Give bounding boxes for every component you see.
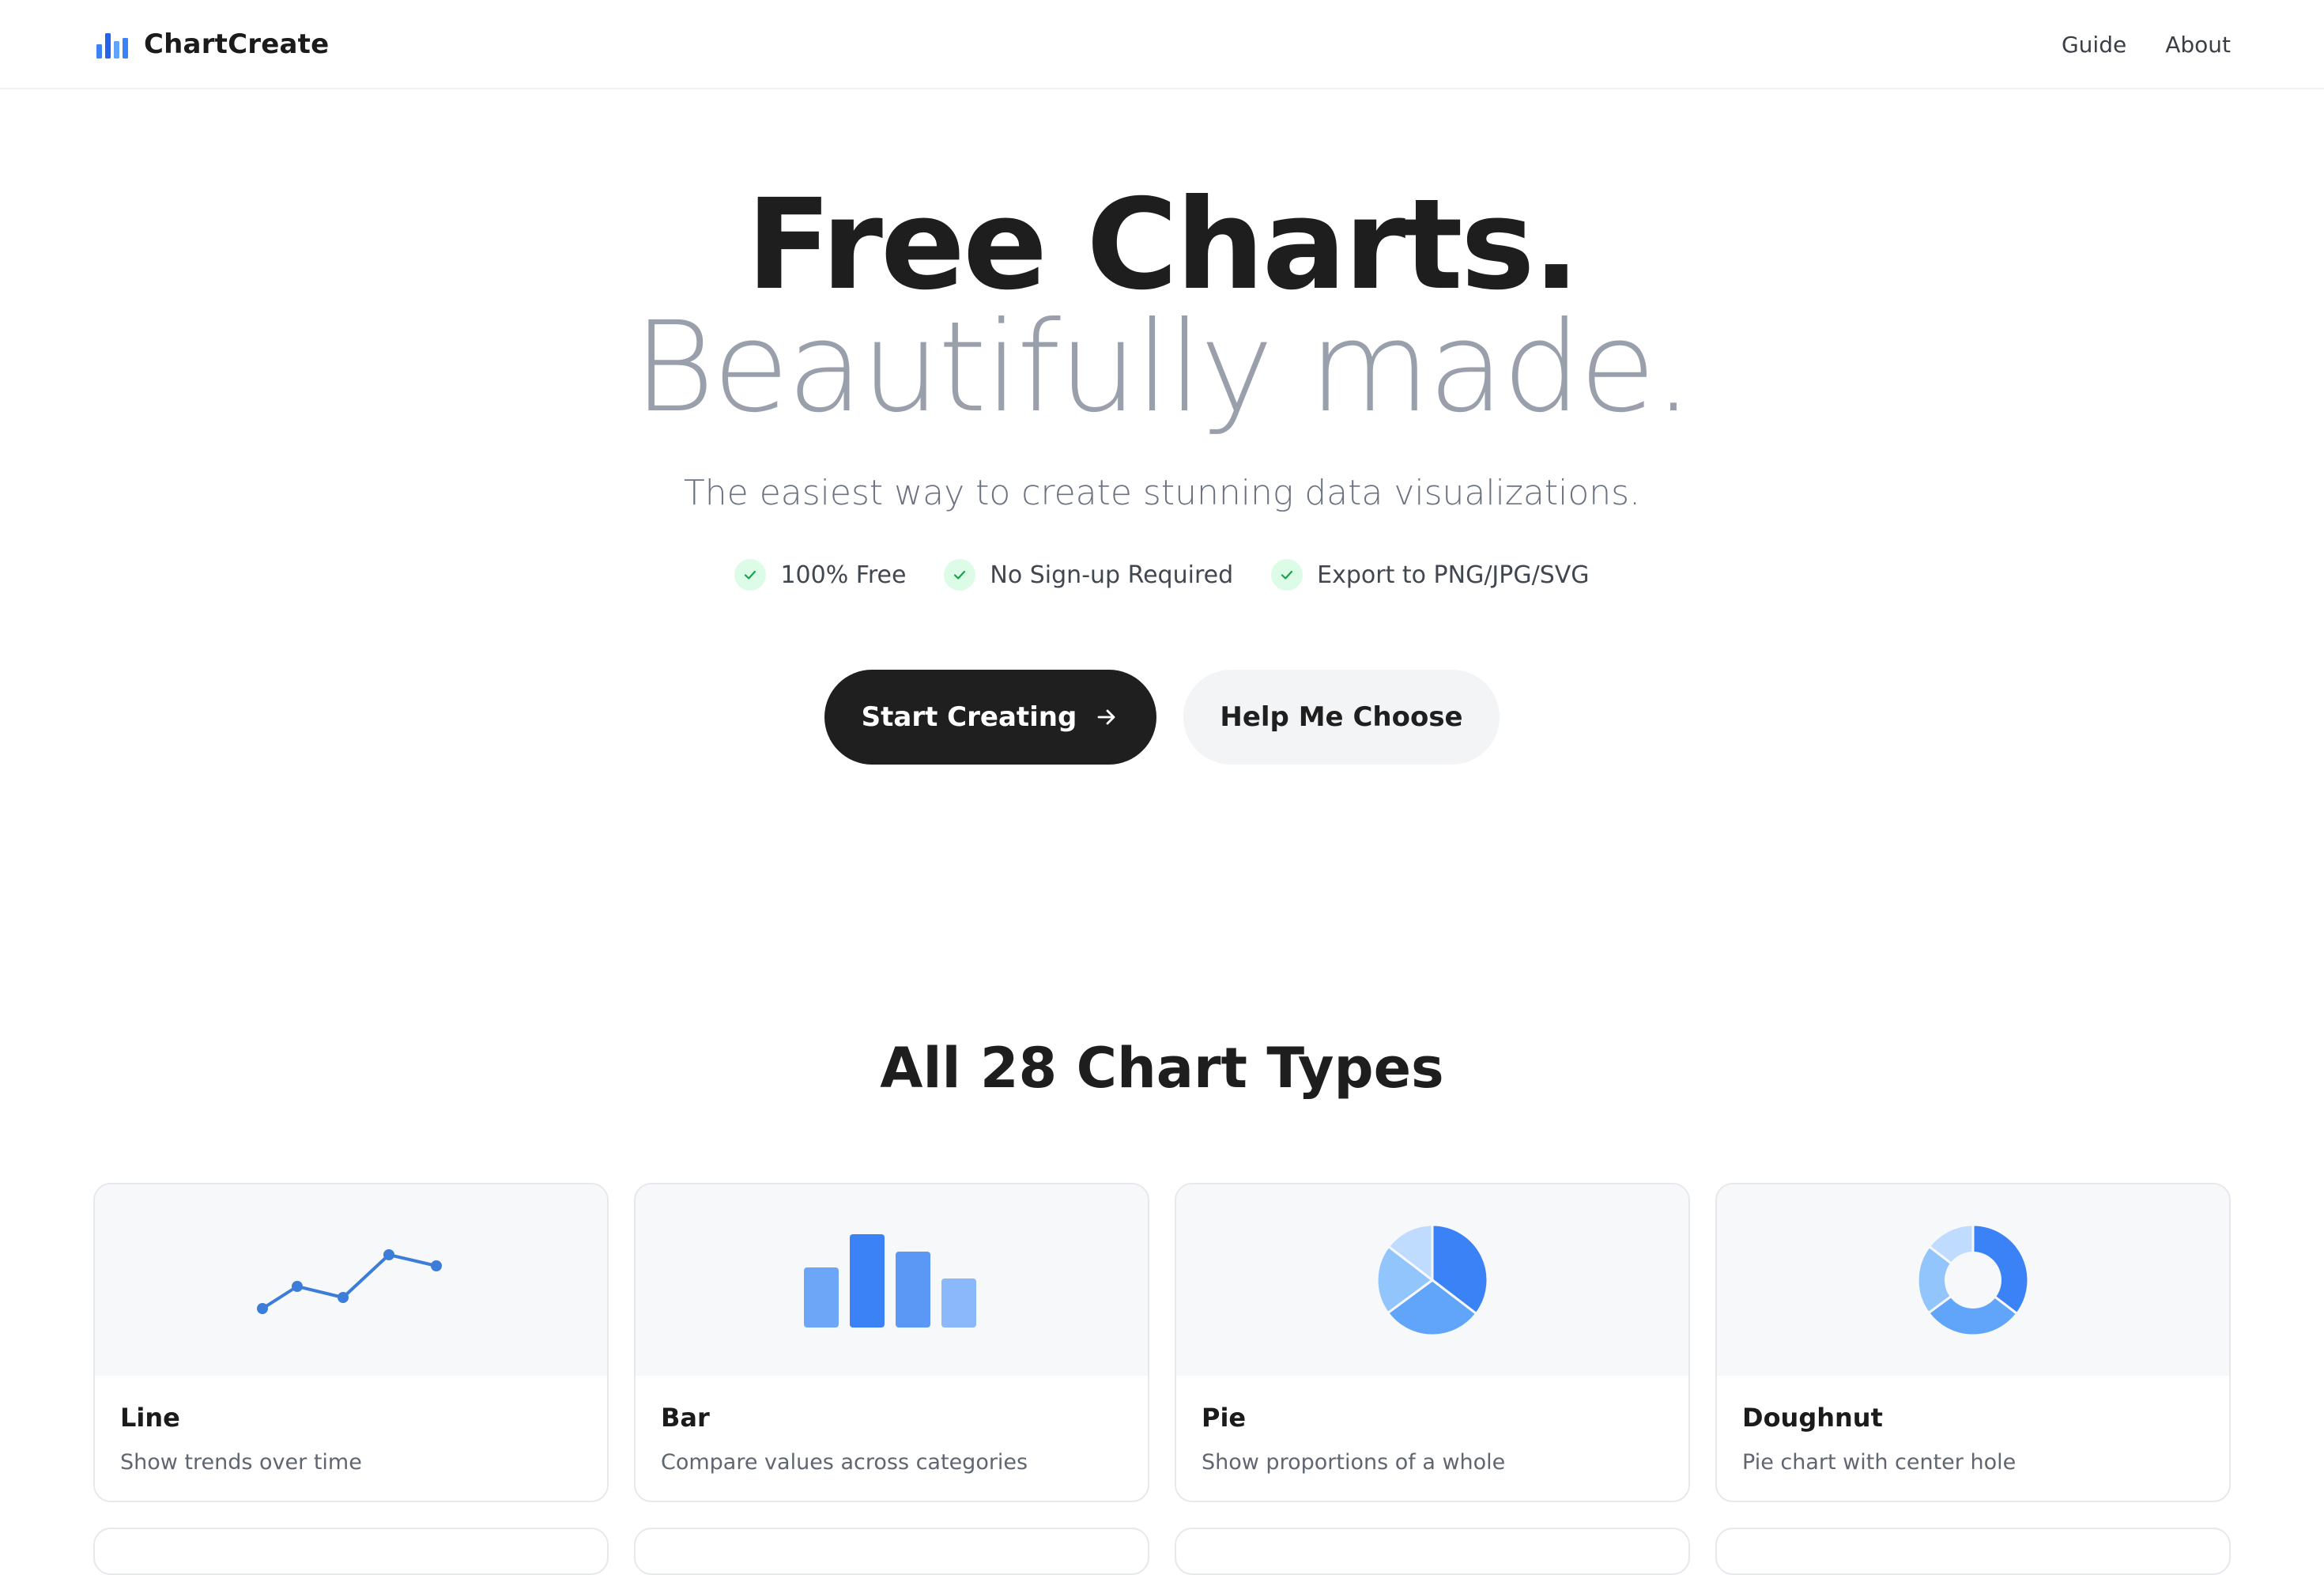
chart-card-line[interactable]: Line Show trends over time	[93, 1183, 609, 1502]
feature-list: 100% Free No Sign-up Required Export to …	[0, 559, 2324, 591]
hero-subtitle: The easiest way to create stunning data …	[683, 473, 1641, 513]
bar-chart-icon	[804, 1234, 976, 1328]
card-description: Show trends over time	[120, 1450, 362, 1475]
card-title: Bar	[661, 1403, 710, 1433]
chart-card[interactable]	[93, 1528, 609, 1575]
nav-link-guide[interactable]: Guide	[2062, 32, 2126, 58]
chart-type-grid: Line Show trends over time Bar Compare v…	[93, 1183, 2231, 1575]
chart-card-pie[interactable]: Pie Show proportions of a whole	[1175, 1183, 1690, 1502]
chart-card-bar[interactable]: Bar Compare values across categories	[634, 1183, 1149, 1502]
card-preview	[95, 1184, 607, 1376]
card-preview	[1717, 1184, 2229, 1376]
card-preview	[1176, 1184, 1688, 1376]
feature-item: No Sign-up Required	[944, 559, 1233, 591]
card-title: Doughnut	[1742, 1403, 1883, 1433]
hero-headline-secondary: Beautifully made.	[632, 295, 1693, 440]
card-preview	[636, 1184, 1148, 1376]
check-icon	[944, 559, 976, 591]
chart-types-title: All 28 Chart Types	[880, 1036, 1444, 1101]
card-title: Line	[120, 1403, 180, 1433]
chart-card[interactable]	[634, 1528, 1149, 1575]
feature-item: Export to PNG/JPG/SVG	[1271, 559, 1590, 591]
chart-card[interactable]	[1715, 1528, 2231, 1575]
card-title: Pie	[1202, 1403, 1247, 1433]
start-creating-label: Start Creating	[861, 701, 1077, 733]
help-me-choose-button[interactable]: Help Me Choose	[1183, 670, 1500, 765]
chart-card-doughnut[interactable]: Doughnut Pie chart with center hole	[1715, 1183, 2231, 1502]
feature-label: No Sign-up Required	[990, 561, 1234, 589]
check-icon	[734, 559, 767, 591]
cta-buttons: Start Creating Help Me Choose	[0, 670, 2324, 765]
chart-card[interactable]	[1175, 1528, 1690, 1575]
arrow-right-icon	[1097, 709, 1115, 725]
top-navigation-bar: ChartCreate Guide About	[0, 0, 2324, 89]
start-creating-button[interactable]: Start Creating	[824, 670, 1156, 765]
hero-section: Free Charts. Beautifully made. The easie…	[0, 174, 2324, 765]
card-description: Compare values across categories	[661, 1450, 1028, 1475]
brand-name: ChartCreate	[144, 28, 330, 60]
check-icon	[1271, 559, 1303, 591]
main-nav: Guide About	[2062, 27, 2231, 62]
feature-label: 100% Free	[780, 561, 907, 589]
brand-logo-link[interactable]: ChartCreate	[95, 27, 329, 62]
nav-link-about[interactable]: About	[2165, 32, 2231, 58]
doughnut-chart-icon	[1916, 1223, 2030, 1337]
feature-item: 100% Free	[734, 559, 906, 591]
card-description: Pie chart with center hole	[1742, 1450, 2017, 1475]
bar-chart-icon	[96, 33, 128, 59]
card-description: Show proportions of a whole	[1202, 1450, 1506, 1475]
feature-label: Export to PNG/JPG/SVG	[1317, 561, 1590, 589]
line-chart-icon	[257, 1249, 442, 1314]
pie-chart-icon	[1375, 1223, 1489, 1337]
